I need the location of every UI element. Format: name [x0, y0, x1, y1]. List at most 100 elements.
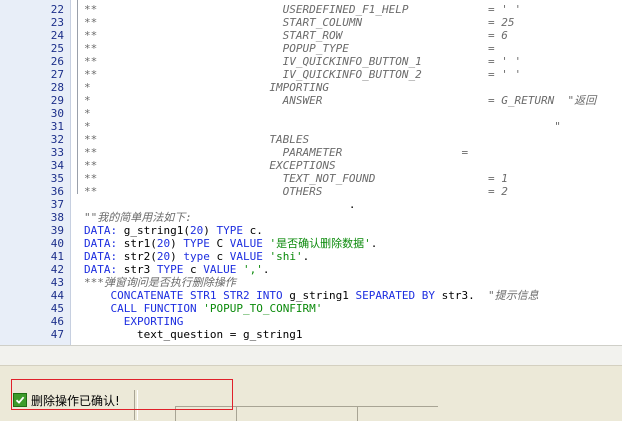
- code-token: ** START_COLUMN = 25: [84, 16, 515, 29]
- code-token: .: [262, 263, 270, 276]
- line-number: 35: [50, 172, 64, 185]
- code-token: 20: [189, 224, 204, 237]
- code-line: 40 DATA: str1(20) TYPE C VALUE '是否确认删除数据'…: [0, 237, 622, 250]
- code-token: CONCATENATE STR1 STR2 INTO: [84, 289, 283, 302]
- code-text: .: [84, 198, 356, 211]
- code-token: c.: [242, 224, 263, 237]
- code-token: ** PARAMETER =: [84, 146, 469, 159]
- status-field: [236, 406, 357, 421]
- line-number: 39: [50, 224, 64, 237]
- code-line: 36 ** OTHERS = 2: [0, 185, 622, 198]
- code-line: 32 ** TABLES: [0, 133, 622, 146]
- code-line: 28 * IMPORTING: [0, 81, 622, 94]
- code-text: DATA: str3 TYPE c VALUE ','.: [84, 263, 270, 276]
- code-token: ): [170, 237, 184, 250]
- code-line: 25 ** POPUP_TYPE =: [0, 42, 622, 55]
- line-number: 28: [50, 81, 64, 94]
- code-line: 29 * ANSWER = G_RETURN "返回: [0, 94, 622, 107]
- line-number: 40: [50, 237, 64, 250]
- line-number: 25: [50, 42, 64, 55]
- code-text: * ": [84, 120, 561, 133]
- code-text: ** START_COLUMN = 25: [84, 16, 514, 29]
- code-token: c: [183, 263, 204, 276]
- code-line: 47 text_question = g_string1: [0, 328, 622, 341]
- line-number: 38: [50, 211, 64, 224]
- code-line: 31 * ": [0, 120, 622, 133]
- code-line: 27 ** IV_QUICKINFO_BUTTON_2 = ' ': [0, 68, 622, 81]
- code-token: ** IV_QUICKINFO_BUTTON_1 = ' ': [84, 55, 522, 68]
- line-number: 23: [50, 16, 64, 29]
- line-number: 27: [50, 68, 64, 81]
- code-editor[interactable]: 22 ** USERDEFINED_F1_HELP = ' ' 23 ** START…: [0, 0, 622, 345]
- line-number: 43: [50, 276, 64, 289]
- code-line: 30 *: [0, 107, 622, 120]
- code-token: 'shi': [269, 250, 303, 263]
- code-text: ** IV_QUICKINFO_BUTTON_2 = ' ': [84, 68, 521, 81]
- code-token: str2(: [117, 250, 157, 263]
- line-number: 46: [50, 315, 64, 328]
- code-token: ): [203, 224, 217, 237]
- line-number: 47: [50, 328, 64, 341]
- line-number: 31: [50, 120, 64, 133]
- code-token: g_string1: [282, 289, 356, 302]
- code-token: ""我的简单用法如下:: [84, 211, 192, 224]
- code-text: ** OTHERS = 2: [84, 185, 508, 198]
- code-token: ** EXCEPTIONS: [84, 159, 336, 172]
- line-number: 41: [50, 250, 64, 263]
- code-text: DATA: str1(20) TYPE C VALUE '是否确认删除数据'.: [84, 237, 377, 250]
- code-text: ** PARAMETER =: [84, 146, 468, 159]
- code-line: 38 ""我的简单用法如下:: [0, 211, 622, 224]
- code-token: VALUE: [229, 237, 263, 250]
- code-line: 34 ** EXCEPTIONS: [0, 159, 622, 172]
- code-text: DATA: g_string1(20) TYPE c.: [84, 224, 263, 237]
- code-token: "提示信息: [488, 289, 539, 302]
- code-line: 41 DATA: str2(20) type c VALUE 'shi'.: [0, 250, 622, 263]
- code-token: str3: [117, 263, 157, 276]
- code-text: ** POPUP_TYPE =: [84, 42, 495, 55]
- code-text: ** EXCEPTIONS: [84, 159, 336, 172]
- code-token: ',': [243, 263, 263, 276]
- line-number: 45: [50, 302, 64, 315]
- line-number: 29: [50, 94, 64, 107]
- code-token: *: [84, 107, 91, 120]
- line-number: 44: [50, 289, 64, 302]
- code-line: 42 DATA: str3 TYPE c VALUE ','.: [0, 263, 622, 276]
- code-token: VALUE: [203, 263, 237, 276]
- code-line: 35 ** TEXT_NOT_FOUND = 1: [0, 172, 622, 185]
- line-number: 24: [50, 29, 64, 42]
- line-number: 33: [50, 146, 64, 159]
- code-token: c: [209, 250, 230, 263]
- code-text: * IMPORTING: [84, 81, 329, 94]
- code-token: VALUE: [229, 250, 263, 263]
- line-number: 36: [50, 185, 64, 198]
- code-token: ** USERDEFINED_F1_HELP = ' ': [84, 3, 522, 16]
- code-token: g_string1(: [117, 224, 190, 237]
- code-text: ***弹窗询问是否执行删除操作: [84, 276, 236, 289]
- code-text: EXPORTING: [84, 315, 184, 328]
- code-token: ** POPUP_TYPE =: [84, 42, 495, 55]
- line-number: 32: [50, 133, 64, 146]
- code-line: 46 EXPORTING: [0, 315, 622, 328]
- code-line: 22 ** USERDEFINED_F1_HELP = ' ': [0, 3, 622, 16]
- status-field: [357, 406, 438, 421]
- code-token: EXPORTING: [84, 315, 184, 328]
- code-token: TYPE: [156, 263, 184, 276]
- code-text: ** TABLES: [84, 133, 309, 146]
- line-number: 42: [50, 263, 64, 276]
- code-token: * ANSWER = G_RETURN "返回: [84, 94, 597, 107]
- line-number: 22: [50, 3, 64, 16]
- code-token: ** TEXT_NOT_FOUND = 1: [84, 172, 508, 185]
- code-token: CALL FUNCTION: [84, 302, 197, 315]
- code-token: 'POPUP_TO_CONFIRM': [203, 302, 323, 315]
- code-token: ** OTHERS = 2: [84, 185, 508, 198]
- line-number: 30: [50, 107, 64, 120]
- code-line: 44 CONCATENATE STR1 STR2 INTO g_string1 …: [0, 289, 622, 302]
- code-token: str3.: [435, 289, 489, 302]
- code-text: CONCATENATE STR1 STR2 INTO g_string1 SEP…: [84, 289, 539, 302]
- code-token: ** TABLES: [84, 133, 310, 146]
- code-token: str1(: [117, 237, 157, 250]
- code-text: ** START_ROW = 6: [84, 29, 508, 42]
- code-token: text_question = g_string1: [84, 328, 303, 341]
